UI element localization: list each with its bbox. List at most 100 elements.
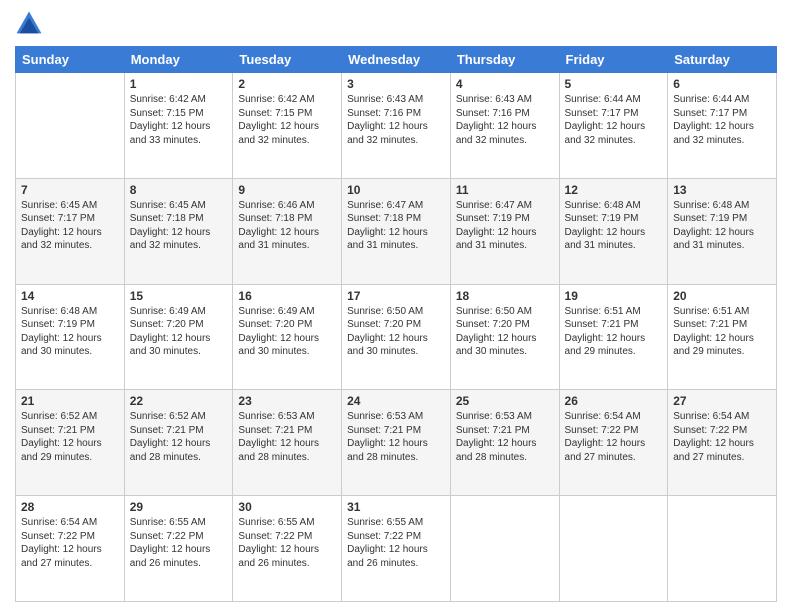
day-number: 16 [238,289,336,303]
day-number: 17 [347,289,445,303]
day-number: 1 [130,77,228,91]
day-number: 12 [565,183,663,197]
calendar-cell [450,496,559,602]
calendar-cell: 18 Sunrise: 6:50 AMSunset: 7:20 PMDayligh… [450,284,559,390]
day-info: Sunrise: 6:49 AMSunset: 7:20 PMDaylight:… [130,305,228,359]
day-info: Sunrise: 6:55 AMSunset: 7:22 PMDaylight:… [347,516,445,570]
calendar-cell [559,496,668,602]
calendar-cell: 1 Sunrise: 6:42 AMSunset: 7:15 PMDaylight… [124,73,233,179]
day-number: 15 [130,289,228,303]
header-sunday: Sunday [16,47,125,73]
day-info: Sunrise: 6:45 AMSunset: 7:17 PMDaylight:… [21,199,119,253]
day-info: Sunrise: 6:46 AMSunset: 7:18 PMDaylight:… [238,199,336,253]
day-number: 4 [456,77,554,91]
day-info: Sunrise: 6:52 AMSunset: 7:21 PMDaylight:… [21,410,119,464]
logo [15,10,47,38]
calendar-cell: 25 Sunrise: 6:53 AMSunset: 7:21 PMDayligh… [450,390,559,496]
calendar-cell: 16Sunrise: 6:49 AMSunset: 7:20 PMDayligh… [233,284,342,390]
day-info: Sunrise: 6:42 AMSunset: 7:15 PMDaylight:… [238,93,336,147]
day-number: 29 [130,500,228,514]
calendar-cell: 20Sunrise: 6:51 AMSunset: 7:21 PMDayligh… [668,284,777,390]
day-number: 10 [347,183,445,197]
logo-icon [15,10,43,38]
header-thursday: Thursday [450,47,559,73]
calendar-cell: 26 Sunrise: 6:54 AMSunset: 7:22 PMDayligh… [559,390,668,496]
day-info: Sunrise: 6:48 AMSunset: 7:19 PMDaylight:… [21,305,119,359]
day-number: 3 [347,77,445,91]
header [15,10,777,38]
calendar-cell: 23Sunrise: 6:53 AMSunset: 7:21 PMDayligh… [233,390,342,496]
header-friday: Friday [559,47,668,73]
day-number: 24 [347,394,445,408]
calendar-cell: 9 Sunrise: 6:46 AMSunset: 7:18 PMDaylight… [233,178,342,284]
day-number: 14 [21,289,119,303]
day-info: Sunrise: 6:54 AMSunset: 7:22 PMDaylight:… [21,516,119,570]
calendar-cell: 12 Sunrise: 6:48 AMSunset: 7:19 PMDayligh… [559,178,668,284]
day-info: Sunrise: 6:54 AMSunset: 7:22 PMDaylight:… [673,410,771,464]
day-info: Sunrise: 6:51 AMSunset: 7:21 PMDaylight:… [565,305,663,359]
day-number: 26 [565,394,663,408]
day-number: 28 [21,500,119,514]
calendar-cell: 27 Sunrise: 6:54 AMSunset: 7:22 PMDayligh… [668,390,777,496]
calendar-cell: 11Sunrise: 6:47 AMSunset: 7:19 PMDayligh… [450,178,559,284]
calendar-cell: 8 Sunrise: 6:45 AMSunset: 7:18 PMDaylight… [124,178,233,284]
calendar-cell: 24 Sunrise: 6:53 AMSunset: 7:21 PMDayligh… [342,390,451,496]
day-number: 6 [673,77,771,91]
calendar-cell: 15 Sunrise: 6:49 AMSunset: 7:20 PMDayligh… [124,284,233,390]
calendar-header-row: SundayMondayTuesdayWednesdayThursdayFrid… [16,47,777,73]
day-number: 27 [673,394,771,408]
header-wednesday: Wednesday [342,47,451,73]
day-info: Sunrise: 6:42 AMSunset: 7:15 PMDaylight:… [130,93,228,147]
day-info: Sunrise: 6:43 AMSunset: 7:16 PMDaylight:… [456,93,554,147]
calendar-week-row: 7 Sunrise: 6:45 AMSunset: 7:17 PMDaylight… [16,178,777,284]
day-info: Sunrise: 6:43 AMSunset: 7:16 PMDaylight:… [347,93,445,147]
day-info: Sunrise: 6:55 AMSunset: 7:22 PMDaylight:… [238,516,336,570]
header-tuesday: Tuesday [233,47,342,73]
day-number: 9 [238,183,336,197]
calendar-week-row: 14 Sunrise: 6:48 AMSunset: 7:19 PMDayligh… [16,284,777,390]
calendar-cell: 31 Sunrise: 6:55 AMSunset: 7:22 PMDayligh… [342,496,451,602]
day-number: 18 [456,289,554,303]
day-info: Sunrise: 6:52 AMSunset: 7:21 PMDaylight:… [130,410,228,464]
day-number: 8 [130,183,228,197]
day-number: 19 [565,289,663,303]
calendar-cell: 30 Sunrise: 6:55 AMSunset: 7:22 PMDayligh… [233,496,342,602]
calendar-cell [16,73,125,179]
calendar-cell: 17Sunrise: 6:50 AMSunset: 7:20 PMDayligh… [342,284,451,390]
calendar-cell: 29 Sunrise: 6:55 AMSunset: 7:22 PMDayligh… [124,496,233,602]
day-info: Sunrise: 6:47 AMSunset: 7:18 PMDaylight:… [347,199,445,253]
day-info: Sunrise: 6:44 AMSunset: 7:17 PMDaylight:… [565,93,663,147]
day-number: 30 [238,500,336,514]
day-number: 2 [238,77,336,91]
day-number: 7 [21,183,119,197]
day-info: Sunrise: 6:48 AMSunset: 7:19 PMDaylight:… [565,199,663,253]
day-info: Sunrise: 6:45 AMSunset: 7:18 PMDaylight:… [130,199,228,253]
day-info: Sunrise: 6:53 AMSunset: 7:21 PMDaylight:… [238,410,336,464]
calendar-cell: 4 Sunrise: 6:43 AMSunset: 7:16 PMDaylight… [450,73,559,179]
calendar-week-row: 1 Sunrise: 6:42 AMSunset: 7:15 PMDaylight… [16,73,777,179]
calendar-week-row: 21 Sunrise: 6:52 AMSunset: 7:21 PMDayligh… [16,390,777,496]
day-number: 25 [456,394,554,408]
calendar-cell [668,496,777,602]
day-info: Sunrise: 6:53 AMSunset: 7:21 PMDaylight:… [456,410,554,464]
calendar-cell: 3 Sunrise: 6:43 AMSunset: 7:16 PMDaylight… [342,73,451,179]
day-info: Sunrise: 6:54 AMSunset: 7:22 PMDaylight:… [565,410,663,464]
day-info: Sunrise: 6:53 AMSunset: 7:21 PMDaylight:… [347,410,445,464]
calendar-cell: 5 Sunrise: 6:44 AMSunset: 7:17 PMDaylight… [559,73,668,179]
day-info: Sunrise: 6:51 AMSunset: 7:21 PMDaylight:… [673,305,771,359]
calendar-cell: 28 Sunrise: 6:54 AMSunset: 7:22 PMDayligh… [16,496,125,602]
day-number: 21 [21,394,119,408]
calendar-cell: 21 Sunrise: 6:52 AMSunset: 7:21 PMDayligh… [16,390,125,496]
calendar-cell: 22Sunrise: 6:52 AMSunset: 7:21 PMDayligh… [124,390,233,496]
day-number: 5 [565,77,663,91]
calendar-cell: 2 Sunrise: 6:42 AMSunset: 7:15 PMDaylight… [233,73,342,179]
day-info: Sunrise: 6:50 AMSunset: 7:20 PMDaylight:… [456,305,554,359]
calendar-cell: 10 Sunrise: 6:47 AMSunset: 7:18 PMDayligh… [342,178,451,284]
calendar-cell: 14 Sunrise: 6:48 AMSunset: 7:19 PMDayligh… [16,284,125,390]
header-monday: Monday [124,47,233,73]
calendar-cell: 19 Sunrise: 6:51 AMSunset: 7:21 PMDayligh… [559,284,668,390]
day-info: Sunrise: 6:44 AMSunset: 7:17 PMDaylight:… [673,93,771,147]
day-info: Sunrise: 6:55 AMSunset: 7:22 PMDaylight:… [130,516,228,570]
calendar-cell: 13Sunrise: 6:48 AMSunset: 7:19 PMDayligh… [668,178,777,284]
day-number: 31 [347,500,445,514]
